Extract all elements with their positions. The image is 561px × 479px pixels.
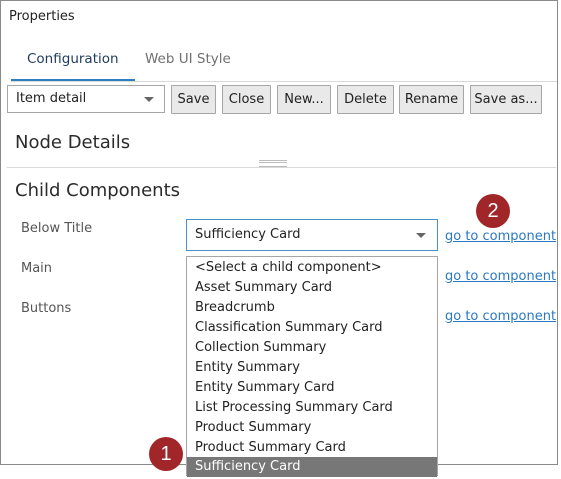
- rename-button[interactable]: Rename: [399, 85, 464, 114]
- save-button[interactable]: Save: [171, 85, 216, 114]
- child-component-dropdown: <Select a child component> Asset Summary…: [186, 256, 438, 477]
- below-title-label: Below Title: [21, 221, 93, 236]
- new-button[interactable]: New...: [277, 85, 331, 114]
- section-divider: [7, 167, 556, 168]
- tab-web-ui-style[interactable]: Web UI Style: [145, 41, 231, 79]
- callout-badge-2: 2: [476, 194, 510, 228]
- dropdown-option[interactable]: List Processing Summary Card: [187, 398, 437, 418]
- dropdown-option-selected[interactable]: Sufficiency Card: [187, 457, 437, 477]
- dropdown-option[interactable]: Product Summary: [187, 418, 437, 438]
- go-to-component-link-buttons[interactable]: go to component: [445, 309, 556, 324]
- splitter-grip-icon[interactable]: [259, 160, 287, 167]
- item-type-select[interactable]: Item detail: [7, 85, 165, 113]
- delete-button[interactable]: Delete: [337, 85, 394, 114]
- below-title-select[interactable]: Sufficiency Card: [186, 219, 438, 251]
- item-type-value: Item detail: [16, 91, 87, 106]
- dropdown-option[interactable]: Breadcrumb: [187, 298, 437, 318]
- window-title: Properties: [9, 9, 75, 24]
- go-to-component-link-main[interactable]: go to component: [445, 269, 556, 284]
- node-details-heading: Node Details: [15, 132, 131, 153]
- chevron-down-icon: [416, 233, 426, 238]
- below-title-select-value: Sufficiency Card: [195, 227, 301, 242]
- dropdown-option[interactable]: Collection Summary: [187, 338, 437, 358]
- buttons-label: Buttons: [21, 301, 72, 316]
- dropdown-option[interactable]: Entity Summary Card: [187, 378, 437, 398]
- main-label: Main: [21, 261, 53, 276]
- go-to-component-link-below-title[interactable]: go to component: [445, 229, 556, 244]
- dropdown-option[interactable]: Classification Summary Card: [187, 318, 437, 338]
- close-button[interactable]: Close: [222, 85, 271, 114]
- child-components-heading: Child Components: [15, 180, 181, 201]
- tab-bar: Configuration Web UI Style: [11, 41, 557, 82]
- chevron-down-icon: [144, 97, 154, 102]
- tab-configuration[interactable]: Configuration: [11, 41, 135, 81]
- dropdown-option[interactable]: Asset Summary Card: [187, 278, 437, 298]
- dropdown-option[interactable]: Product Summary Card: [187, 438, 437, 458]
- save-as-button[interactable]: Save as...: [470, 85, 542, 114]
- callout-badge-1: 1: [149, 437, 183, 471]
- dropdown-option[interactable]: Entity Summary: [187, 358, 437, 378]
- dropdown-option[interactable]: <Select a child component>: [187, 258, 437, 278]
